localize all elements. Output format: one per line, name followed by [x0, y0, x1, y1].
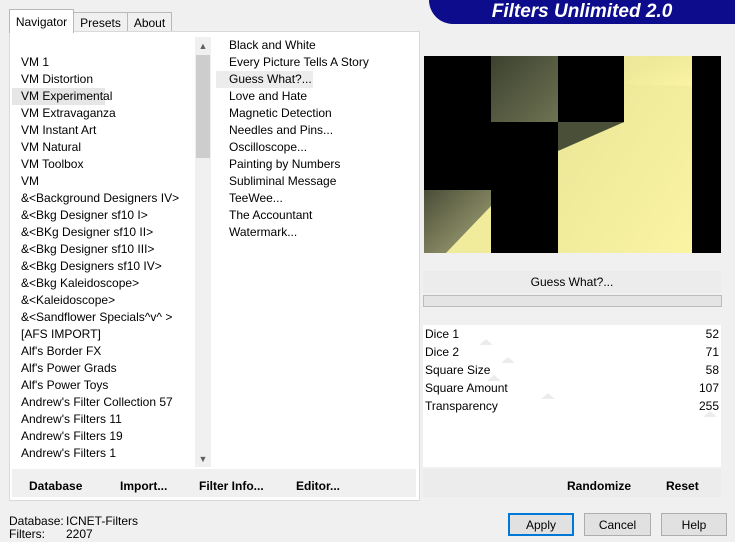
filter-item[interactable]: Subliminal Message: [216, 173, 412, 190]
category-item[interactable]: VM Instant Art: [12, 122, 194, 139]
filter-item[interactable]: Watermark...: [216, 224, 412, 241]
help-button[interactable]: Help: [661, 513, 727, 536]
filter-item[interactable]: Oscilloscope...: [216, 139, 412, 156]
category-item[interactable]: VM Natural: [12, 139, 194, 156]
reset-button[interactable]: Reset: [666, 479, 699, 493]
filters-status-label: Filters:: [9, 527, 45, 541]
category-item[interactable]: &<BKg Designer sf10 II>: [12, 224, 194, 241]
scroll-thumb[interactable]: [196, 55, 210, 158]
filter-item[interactable]: Painting by Numbers: [216, 156, 412, 173]
category-item[interactable]: VM 1: [12, 54, 194, 71]
category-item[interactable]: &<Bkg Kaleidoscope>: [12, 275, 194, 292]
parameter-row[interactable]: Dice 2 71: [423, 343, 721, 363]
tab-presets[interactable]: Presets: [73, 12, 128, 32]
category-item[interactable]: VM Experimental: [12, 88, 112, 105]
tab-about[interactable]: About: [127, 12, 172, 32]
progress-bar: [423, 295, 722, 307]
category-item[interactable]: VM: [12, 173, 194, 190]
category-item[interactable]: Andrew's Filters 19: [12, 428, 194, 445]
filters-count-value: 2207: [66, 527, 93, 541]
import-button[interactable]: Import...: [120, 479, 167, 493]
filter-item[interactable]: Love and Hate: [216, 88, 412, 105]
parameter-value: 255: [698, 399, 719, 413]
filter-item[interactable]: Every Picture Tells A Story: [216, 54, 412, 71]
category-item[interactable]: &<Bkg Designer sf10 I>: [12, 207, 194, 224]
category-item[interactable]: &<Sandflower Specials^v^ >: [12, 309, 194, 326]
parameter-value: 52: [705, 327, 719, 341]
filter-item[interactable]: Black and White: [216, 37, 412, 54]
database-status-value: ICNET-Filters: [66, 514, 138, 528]
parameter-value: 107: [698, 381, 719, 395]
filter-item[interactable]: Needles and Pins...: [216, 122, 412, 139]
filter-item[interactable]: The Accountant: [216, 207, 412, 224]
category-item[interactable]: Andrew's Filters 1: [12, 445, 194, 462]
parameter-row[interactable]: Transparency 255: [423, 397, 721, 417]
category-item[interactable]: [AFS IMPORT]: [12, 326, 194, 343]
category-item[interactable]: Andrew's Filter Collection 57: [12, 394, 194, 411]
parameter-list: Dice 1 52 Dice 2 71 Square Size 58 Square Amou…: [423, 325, 721, 467]
tab-navigator[interactable]: Navigator: [9, 9, 74, 33]
preview-pattern: [424, 56, 721, 253]
app-banner: Filters Unlimited 2.0: [429, 0, 735, 24]
parameter-value: 58: [705, 363, 719, 377]
filter-list[interactable]: Black and White Every Picture Tells A Sto…: [216, 37, 412, 457]
category-list[interactable]: VM 1 VM Distortion VM Experimental VM Extra…: [12, 37, 194, 467]
preview-image: [424, 56, 721, 253]
parameter-button-bar: Randomize Reset: [423, 469, 721, 497]
filter-info-button[interactable]: Filter Info...: [199, 479, 264, 493]
filter-item[interactable]: TeeWee...: [216, 190, 412, 207]
category-item[interactable]: &<Bkg Designer sf10 III>: [12, 241, 194, 258]
category-item[interactable]: &<Kaleidoscope>: [12, 292, 194, 309]
category-item[interactable]: Alf's Border FX: [12, 343, 194, 360]
category-scrollbar[interactable]: ▲ ▼: [195, 37, 211, 467]
parameter-row[interactable]: Square Amount 107: [423, 379, 721, 399]
scroll-down-icon[interactable]: ▼: [195, 451, 211, 467]
database-status-label: Database:: [9, 514, 64, 528]
parameter-label: Dice 1: [425, 327, 460, 341]
parameter-label: Dice 2: [425, 345, 460, 359]
category-item[interactable]: VM Toolbox: [12, 156, 194, 173]
category-item[interactable]: VM Distortion: [12, 71, 194, 88]
category-item[interactable]: &<Background Designers IV>: [12, 190, 194, 207]
randomize-button[interactable]: Randomize: [567, 479, 631, 493]
filter-name-label: Guess What?...: [423, 271, 721, 293]
editor-button[interactable]: Editor...: [296, 479, 340, 493]
parameter-value: 71: [705, 345, 719, 359]
category-item[interactable]: Andrew's Filters 11: [12, 411, 194, 428]
scroll-up-icon[interactable]: ▲: [195, 38, 211, 54]
parameter-label: Transparency: [425, 399, 498, 413]
category-item[interactable]: Alf's Power Toys: [12, 377, 194, 394]
filter-item[interactable]: Magnetic Detection: [216, 105, 412, 122]
parameter-row[interactable]: Dice 1 52: [423, 325, 721, 345]
filter-item[interactable]: Guess What?...: [216, 71, 313, 88]
category-item[interactable]: VM Extravaganza: [12, 105, 194, 122]
apply-button[interactable]: Apply: [508, 513, 574, 536]
parameter-label: Square Amount: [425, 381, 508, 395]
database-button[interactable]: Database: [29, 479, 82, 493]
navigator-button-bar: Database Import... Filter Info... Editor…: [12, 469, 416, 497]
cancel-button[interactable]: Cancel: [584, 513, 651, 536]
category-item[interactable]: Alf's Power Grads: [12, 360, 194, 377]
parameter-row[interactable]: Square Size 58: [423, 361, 721, 381]
category-item[interactable]: &<Bkg Designers sf10 IV>: [12, 258, 194, 275]
parameter-label: Square Size: [425, 363, 491, 377]
